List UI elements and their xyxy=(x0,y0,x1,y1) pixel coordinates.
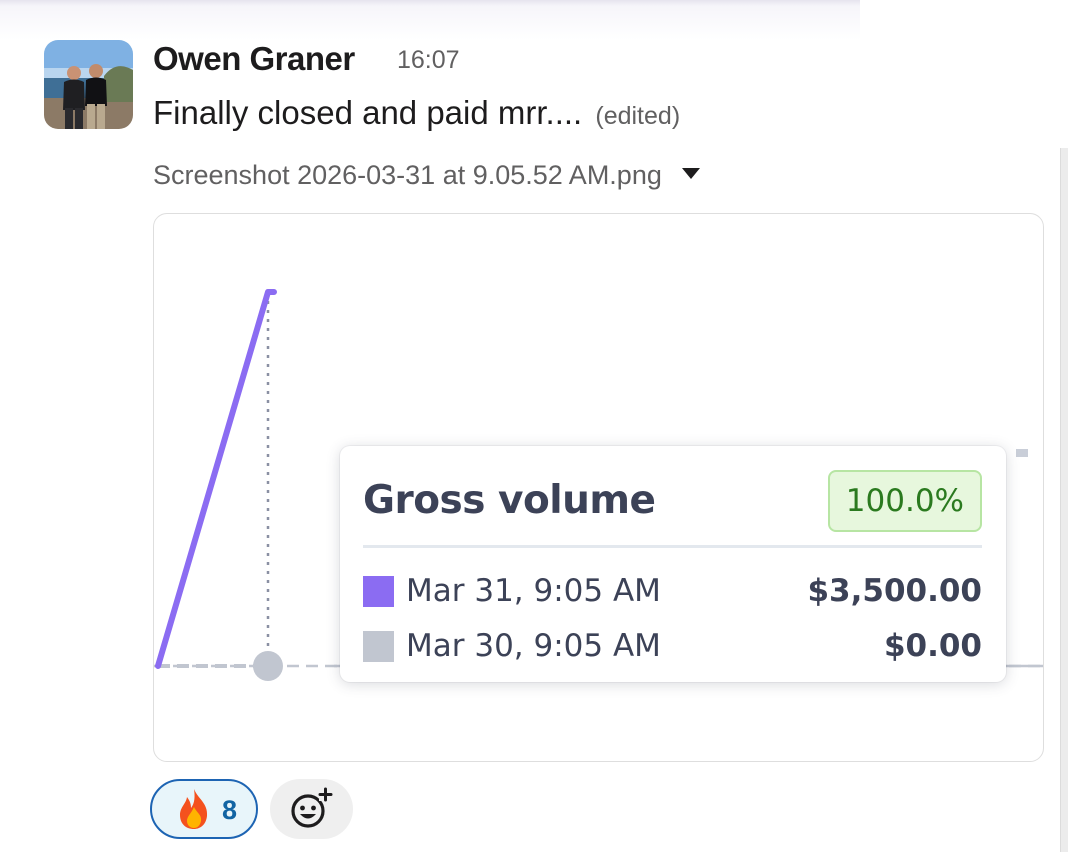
right-panel-edge xyxy=(1060,148,1068,852)
tooltip-row-label: Mar 31, 9:05 AM xyxy=(406,573,661,609)
change-badge: 100.0% xyxy=(827,470,982,532)
tooltip-row-value: $0.00 xyxy=(883,628,982,664)
reaction-fire[interactable]: 8 xyxy=(150,779,258,839)
legend-swatch-purple xyxy=(363,576,394,607)
image-attachment[interactable]: Gross volume 100.0% Mar 31, 9:05 AM $3,5… xyxy=(153,213,1044,762)
fire-icon xyxy=(180,789,208,829)
attachment-header[interactable]: Screenshot 2026-03-31 at 9.05.52 AM.png xyxy=(153,160,700,191)
top-bar xyxy=(0,0,860,40)
avatar[interactable] xyxy=(44,40,133,129)
hover-point xyxy=(253,651,283,681)
tooltip-row-previous: Mar 30, 9:05 AM $0.00 xyxy=(363,628,982,668)
add-reaction-button[interactable] xyxy=(270,779,353,839)
tooltip-row-current: Mar 31, 9:05 AM $3,500.00 xyxy=(363,573,982,613)
message-text: Finally closed and paid mrr.... xyxy=(153,94,583,131)
tooltip-title: Gross volume xyxy=(363,478,656,523)
message-timestamp[interactable]: 16:07 xyxy=(397,46,460,75)
reaction-count: 8 xyxy=(222,795,238,825)
message-body: Finally closed and paid mrr.... (edited) xyxy=(153,94,680,132)
attachment-filename: Screenshot 2026-03-31 at 9.05.52 AM.png xyxy=(153,160,662,190)
legend-swatch-gray xyxy=(363,631,394,662)
chart-end-marker xyxy=(1016,449,1028,457)
tooltip-row-label: Mar 30, 9:05 AM xyxy=(406,628,661,664)
message-author[interactable]: Owen Graner xyxy=(153,40,355,78)
avatar-photo xyxy=(44,40,133,129)
tooltip-divider xyxy=(363,545,982,548)
edited-label: (edited) xyxy=(595,102,681,130)
add-reaction-icon xyxy=(291,787,333,828)
caret-down-icon[interactable] xyxy=(681,168,700,180)
tooltip-row-value: $3,500.00 xyxy=(807,573,982,609)
chart-tooltip: Gross volume 100.0% Mar 31, 9:05 AM $3,5… xyxy=(340,446,1006,682)
series-line-current xyxy=(155,289,277,669)
